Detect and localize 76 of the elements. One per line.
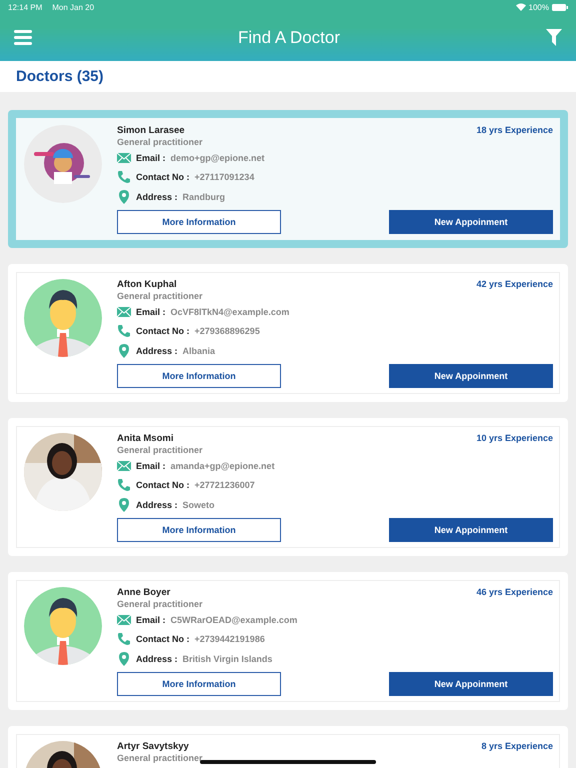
location-pin-icon xyxy=(117,344,131,358)
wifi-icon xyxy=(516,3,526,11)
field-label: Email : xyxy=(136,614,166,625)
location-pin-icon xyxy=(117,190,131,204)
doctor-name: Anne Boyer xyxy=(117,587,172,598)
location-pin-icon xyxy=(117,498,131,512)
phone-icon xyxy=(117,478,131,492)
address-value: Soweto xyxy=(182,500,215,510)
menu-icon[interactable] xyxy=(14,30,32,45)
field-label: Email : xyxy=(136,152,166,163)
doctor-card[interactable]: Artyr Savytskyy General practitioner 8 yrs Experience xyxy=(8,726,568,768)
doctor-name: Simon Larasee xyxy=(117,125,186,136)
experience-label: 42 yrs Experience xyxy=(476,279,553,289)
status-date: Mon Jan 20 xyxy=(52,2,94,12)
field-label: Contact No : xyxy=(136,326,190,336)
field-label: Contact No : xyxy=(136,634,190,644)
new-appointment-button[interactable]: New Appoinment xyxy=(389,518,553,542)
contact-value: +27721236007 xyxy=(194,480,255,490)
doctor-specialty: General practitioner xyxy=(117,753,203,763)
doctor-specialty: General practitioner xyxy=(117,599,203,609)
phone-icon xyxy=(117,324,131,338)
field-label: Address : xyxy=(136,346,178,356)
field-label: Address : xyxy=(136,500,178,510)
new-appointment-button[interactable]: New Appoinment xyxy=(389,364,553,388)
contact-value: +279368896295 xyxy=(194,326,260,336)
page-title: Find A Doctor xyxy=(236,28,342,48)
battery-icon xyxy=(552,4,568,10)
doctors-count-heading: Doctors (35) xyxy=(16,68,104,85)
phone-icon xyxy=(117,170,131,184)
doctor-illustration-icon xyxy=(24,125,102,203)
filter-icon[interactable] xyxy=(546,29,562,46)
address-value: Randburg xyxy=(182,192,226,202)
phone-icon xyxy=(117,632,131,646)
status-time: 12:14 PM xyxy=(8,2,42,12)
doctor-specialty: General practitioner xyxy=(117,137,203,147)
field-label: Contact No : xyxy=(136,172,190,182)
field-label: Contact No : xyxy=(136,480,190,490)
experience-label: 10 yrs Experience xyxy=(476,433,553,443)
email-value: demo+gp@epione.net xyxy=(170,152,265,163)
field-label: Address : xyxy=(136,192,178,202)
person-avatar-icon xyxy=(24,587,102,665)
more-information-button[interactable]: More Information xyxy=(117,210,281,234)
contact-value: +27117091234 xyxy=(194,172,254,182)
doctor-specialty: General practitioner xyxy=(117,445,203,455)
field-label: Address : xyxy=(136,654,178,664)
email-value: OcVF8lTkN4@example.com xyxy=(170,306,290,317)
experience-label: 18 yrs Experience xyxy=(476,125,553,135)
envelope-icon xyxy=(117,150,131,165)
new-appointment-button[interactable]: New Appoinment xyxy=(389,210,553,234)
doctor-name: Anita Msomi xyxy=(117,433,174,444)
field-label: Email : xyxy=(136,306,166,317)
battery-percent: 100% xyxy=(528,2,549,12)
email-value: amanda+gp@epione.net xyxy=(170,460,275,471)
more-information-button[interactable]: More Information xyxy=(117,518,281,542)
doctor-card[interactable]: Anita Msomi General practitioner 10 yrs Experience Email : amanda+gp@epione.net Contact No : +27721236007 Address : Soweto More Information New Appoinment xyxy=(8,418,568,556)
contact-value: +2739442191986 xyxy=(194,634,265,644)
more-information-button[interactable]: More Information xyxy=(117,672,281,696)
new-appointment-button[interactable]: New Appoinment xyxy=(389,672,553,696)
envelope-icon xyxy=(117,304,131,319)
doctor-card[interactable]: Simon Larasee General practitioner 18 yrs Experience Email : demo+gp@epione.net Contact No : +27117091234 Address : Randburg More Information New Appoinment xyxy=(8,110,568,248)
doctor-name: Afton Kuphal xyxy=(117,279,178,290)
experience-label: 46 yrs Experience xyxy=(476,587,553,597)
address-value: British Virgin Islands xyxy=(182,654,272,664)
person-avatar-icon xyxy=(24,279,102,357)
doctor-name: Artyr Savytskyy xyxy=(117,741,190,752)
email-value: C5WRarOEAD@example.com xyxy=(170,614,298,625)
field-label: Email : xyxy=(136,460,166,471)
address-value: Albania xyxy=(182,346,216,356)
doctor-card[interactable]: Anne Boyer General practitioner 46 yrs Experience Email : C5WRarOEAD@example.com Contact No : +2739442191986 Address : British Virgin Islands More Information New Appoinment xyxy=(8,572,568,710)
experience-label: 8 yrs Experience xyxy=(481,741,553,751)
doctor-specialty: General practitioner xyxy=(117,291,203,301)
envelope-icon xyxy=(117,458,131,473)
envelope-icon xyxy=(117,612,131,627)
location-pin-icon xyxy=(117,652,131,666)
doctor-card[interactable]: Afton Kuphal General practitioner 42 yrs Experience Email : OcVF8lTkN4@example.com Contact No : +279368896295 Address : Albania More Information New Appoinment xyxy=(8,264,568,402)
more-information-button[interactable]: More Information xyxy=(117,364,281,388)
